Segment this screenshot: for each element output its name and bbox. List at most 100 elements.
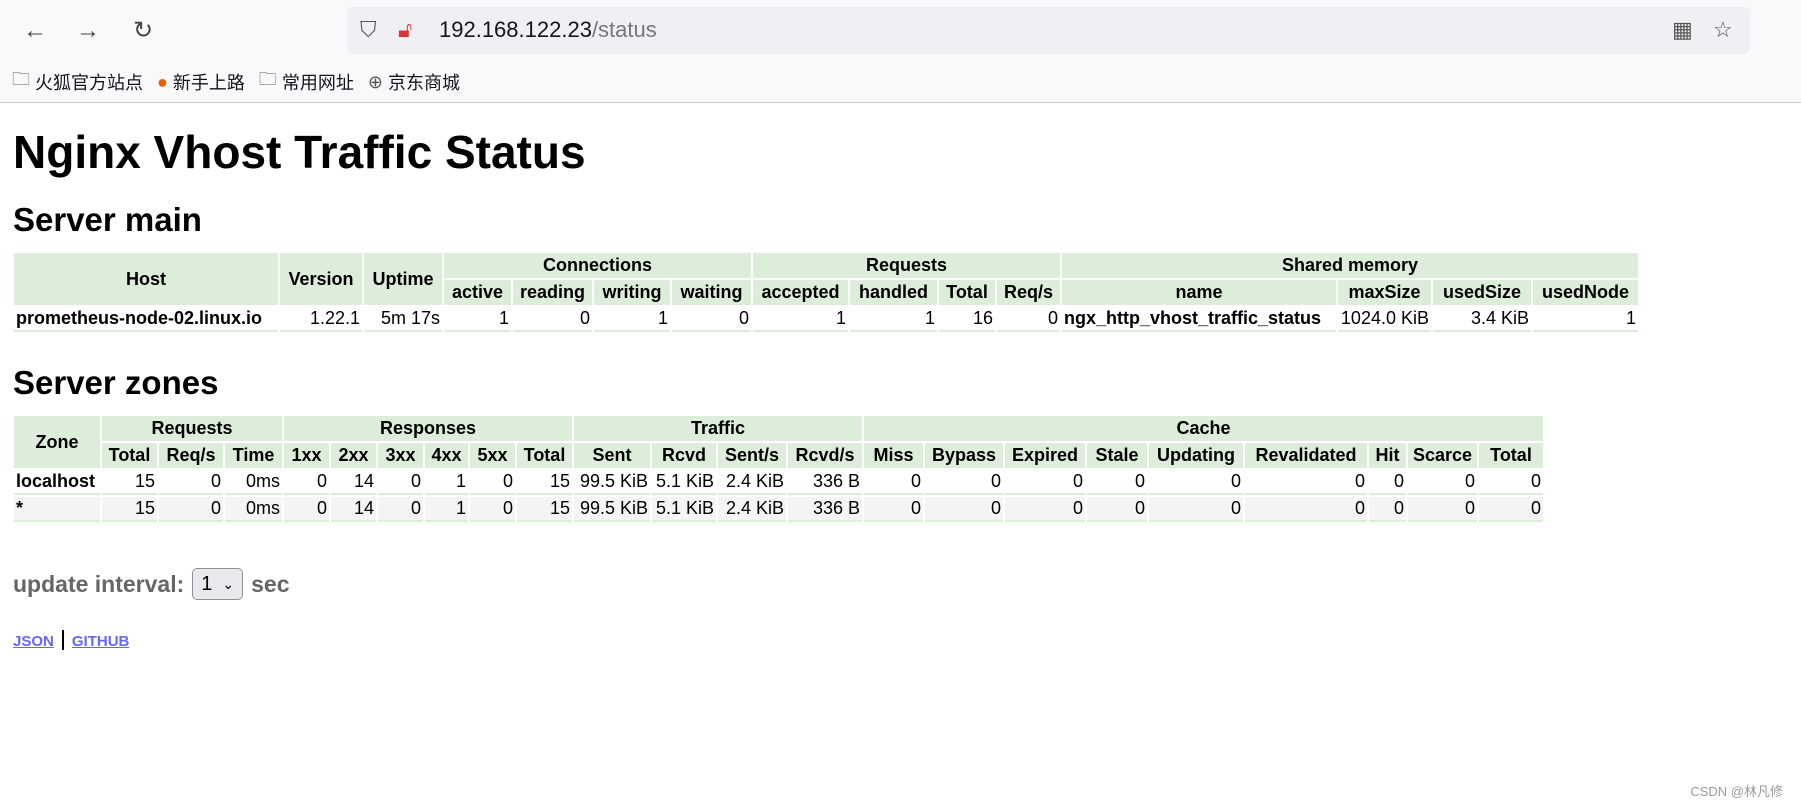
bookmarks-bar: 🗀 火狐官方站点 ● 新手上路 🗀 常用网址 ⊕ 京东商城 [0, 62, 1801, 103]
col-header: Scarce [1408, 443, 1477, 468]
bookmark-item[interactable]: ⊕ 京东商城 [368, 69, 460, 95]
col-header: name [1062, 280, 1336, 305]
table-cell: 1024.0 KiB [1338, 307, 1431, 332]
table-cell: 0 [1149, 497, 1243, 522]
col-header: Rcvd [652, 443, 716, 468]
group-connections: Connections [444, 253, 751, 278]
url-path: /status [591, 17, 657, 42]
server-main-table: Host Version Uptime Connections Requests… [12, 251, 1640, 334]
table-cell: 0 [1149, 470, 1243, 495]
col-header: Sent/s [718, 443, 786, 468]
table-cell: 15 [102, 470, 157, 495]
table-cell: 0 [997, 307, 1060, 332]
table-cell: 5.1 KiB [652, 497, 716, 522]
col-header: Total [517, 443, 572, 468]
table-cell: 0 [864, 497, 923, 522]
shield-icon[interactable]: ⛉ [360, 17, 377, 43]
table-cell: 0 [159, 497, 223, 522]
interval-value: 1 [201, 572, 213, 595]
table-cell: 0 [1369, 470, 1406, 495]
table-cell: 336 B [788, 470, 862, 495]
table-cell: 0 [864, 470, 923, 495]
group-shared-memory: Shared memory [1062, 253, 1638, 278]
table-cell: 0 [1005, 497, 1085, 522]
col-header: 1xx [284, 443, 329, 468]
table-cell: 99.5 KiB [574, 497, 650, 522]
server-zones-heading: Server zones [13, 364, 219, 401]
table-cell: 0 [1408, 497, 1477, 522]
group-cache: Cache [864, 416, 1543, 441]
table-cell: 14 [331, 470, 376, 495]
bookmark-label: 新手上路 [172, 73, 245, 93]
bookmark-item[interactable]: 🗀 火狐官方站点 [12, 67, 143, 97]
table-cell: 0 [1245, 497, 1367, 522]
col-header: handled [850, 280, 937, 305]
chevron-down-icon: ⌄ [222, 575, 235, 592]
table-cell: 0 [378, 470, 423, 495]
table-cell: 1 [753, 307, 848, 332]
browser-toolbar: ← → ↻ ⛉ 🔓︎ 192.168.122.23/status ▦ ☆ [0, 0, 1801, 62]
table-cell: 1 [444, 307, 511, 332]
table-cell: 0 [284, 470, 329, 495]
col-header: 3xx [378, 443, 423, 468]
table-cell: 0 [672, 307, 751, 332]
table-cell: 1 [425, 497, 468, 522]
back-icon[interactable]: ← [20, 16, 50, 46]
watermark: CSDN @林凡修 [1690, 784, 1783, 799]
interval-unit: sec [251, 570, 290, 597]
table-cell: 0 [284, 497, 329, 522]
qr-code-icon[interactable]: ▦ [1672, 17, 1693, 43]
table-cell: ngx_http_vhost_traffic_status [1062, 307, 1336, 332]
json-link[interactable]: JSON [13, 633, 54, 650]
col-header: writing [594, 280, 670, 305]
table-cell: 16 [939, 307, 995, 332]
col-header: 4xx [425, 443, 468, 468]
group-requests: Requests [753, 253, 1060, 278]
table-cell: 14 [331, 497, 376, 522]
col-header: waiting [672, 280, 751, 305]
col-header: usedSize [1433, 280, 1531, 305]
url-host: 192.168.122.23 [439, 17, 592, 42]
col-header: Total [1479, 443, 1543, 468]
table-cell: 1.22.1 [280, 307, 362, 332]
table-cell: 15 [102, 497, 157, 522]
col-version: Version [280, 253, 362, 305]
table-cell: 2.4 KiB [718, 497, 786, 522]
table-row: * 15 0 0ms 0 14 0 1 0 15 99.5 KiB 5.1 KiB 2.4 KiB 336… [14, 497, 1543, 522]
col-header: maxSize [1338, 280, 1431, 305]
forward-icon[interactable]: → [73, 16, 103, 46]
table-row: prometheus-node-02.linux.io 1.22.1 5m 17s 1… [14, 307, 1638, 332]
bookmark-item[interactable]: 🗀 常用网址 [259, 67, 354, 97]
table-cell: 0 [470, 470, 515, 495]
col-header: Total [102, 443, 157, 468]
table-cell: 99.5 KiB [574, 470, 650, 495]
interval-select[interactable]: 1 ⌄ [192, 568, 244, 600]
bookmark-star-icon[interactable]: ☆ [1713, 17, 1733, 43]
url-text[interactable]: 192.168.122.23/status [439, 17, 657, 43]
col-header: Total [939, 280, 995, 305]
zone-name: * [14, 497, 100, 522]
col-header: Req/s [997, 280, 1060, 305]
page-title: Nginx Vhost Traffic Status [13, 126, 586, 178]
col-header: Req/s [159, 443, 223, 468]
col-header: Expired [1005, 443, 1085, 468]
table-cell: 0 [1245, 470, 1367, 495]
address-bar[interactable]: ⛉ 🔓︎ 192.168.122.23/status ▦ ☆ [347, 7, 1750, 54]
table-cell: 0 [925, 497, 1003, 522]
table-cell: 1 [850, 307, 937, 332]
reload-icon[interactable]: ↻ [128, 16, 158, 46]
col-zone: Zone [14, 416, 100, 468]
table-cell: 0 [1005, 470, 1085, 495]
github-link[interactable]: GITHUB [72, 633, 130, 650]
col-header: Updating [1149, 443, 1243, 468]
bookmark-label: 火狐官方站点 [35, 73, 143, 93]
table-cell: 1 [1533, 307, 1638, 332]
table-cell: 0ms [225, 470, 282, 495]
bookmark-item[interactable]: ● 新手上路 [157, 69, 245, 95]
divider [61, 630, 64, 650]
table-cell: 15 [517, 470, 572, 495]
insecure-lock-icon[interactable]: 🔓︎ [398, 17, 412, 43]
table-cell: 0 [1479, 497, 1543, 522]
group-responses: Responses [284, 416, 572, 441]
folder-icon: 🗀 [258, 69, 277, 89]
